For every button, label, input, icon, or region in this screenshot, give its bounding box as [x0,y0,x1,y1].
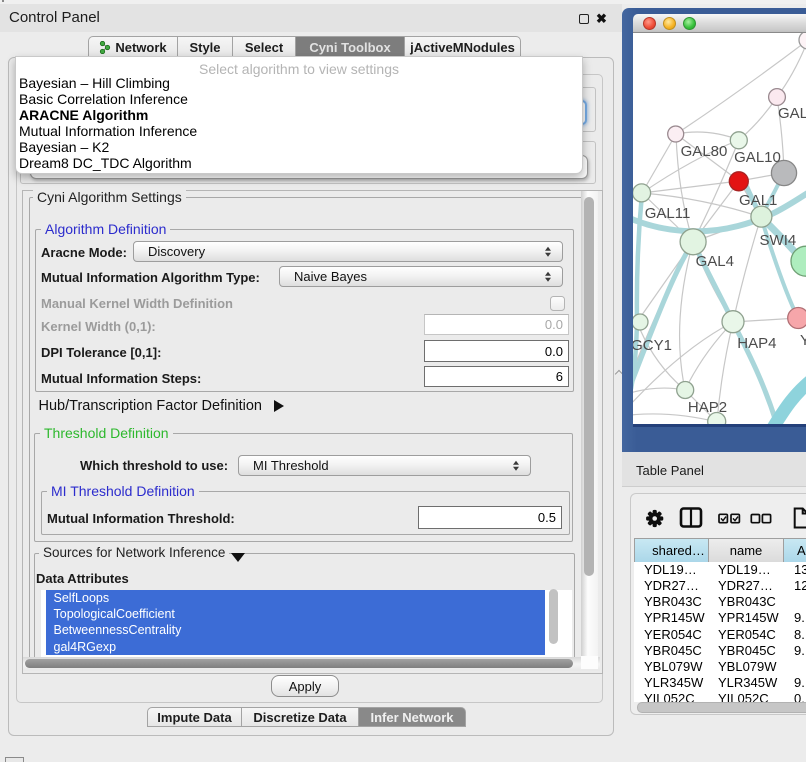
svg-text:GAL4: GAL4 [696,253,734,270]
svg-text:GAL1: GAL1 [739,192,777,209]
svg-text:GAL5: GAL5 [778,105,806,122]
svg-text:GAL80: GAL80 [681,143,728,160]
svg-text:GAL11: GAL11 [645,205,691,222]
svg-text:HAP2: HAP2 [688,399,727,416]
svg-text:HAP4: HAP4 [737,335,776,352]
svg-text:GCY1: GCY1 [633,337,672,354]
svg-text:GAL10: GAL10 [734,149,781,166]
svg-text:YJL: YJL [800,332,806,349]
svg-text:SWI4: SWI4 [760,232,797,249]
